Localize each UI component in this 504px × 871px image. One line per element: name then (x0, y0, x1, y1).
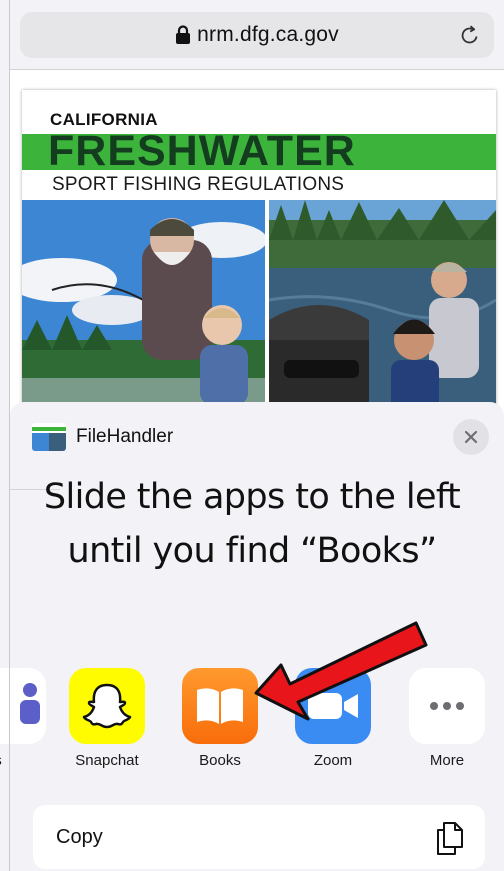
file-name: FileHandler (76, 426, 174, 447)
lock-icon (176, 25, 191, 44)
screen: nrm.dfg.ca.gov CALIFORNIA FRESHWATER SPO… (0, 0, 504, 871)
close-button[interactable] (453, 419, 489, 455)
copy-icon (437, 822, 463, 855)
app-label: Zoom (313, 752, 353, 769)
url-text: nrm.dfg.ca.gov (197, 23, 339, 46)
share-sheet-header: FileHandler (32, 422, 173, 452)
app-label: Snapchat (75, 752, 139, 769)
document-subtitle: SPORT FISHING REGULATIONS (52, 174, 345, 195)
reload-icon[interactable] (458, 23, 482, 47)
cover-photo-right (269, 200, 496, 430)
app-label: s (0, 752, 48, 769)
cover-photo-left (22, 200, 265, 430)
copy-label: Copy (56, 826, 103, 848)
app-label: Books (199, 752, 241, 769)
file-thumbnail-icon (32, 423, 66, 451)
share-app-row[interactable]: s Snapchat Books (0, 668, 504, 778)
books-icon (182, 668, 258, 744)
frame-border (9, 0, 10, 871)
instruction-text: Slide the apps to the left until you fin… (0, 470, 504, 578)
snapchat-icon (69, 668, 145, 744)
instruction-line-1: Slide the apps to the left (43, 477, 461, 517)
teams-icon (0, 668, 46, 744)
more-icon (409, 668, 485, 744)
document-cover[interactable]: CALIFORNIA FRESHWATER SPORT FISHING REGU… (22, 90, 496, 430)
instruction-line-2: until you find “Books” (67, 531, 438, 571)
zoom-icon (295, 668, 371, 744)
document-title: FRESHWATER (48, 127, 356, 175)
app-label: More (429, 752, 465, 769)
address-bar[interactable]: nrm.dfg.ca.gov (20, 12, 494, 58)
copy-action[interactable]: Copy (33, 805, 485, 869)
close-icon (464, 430, 478, 444)
